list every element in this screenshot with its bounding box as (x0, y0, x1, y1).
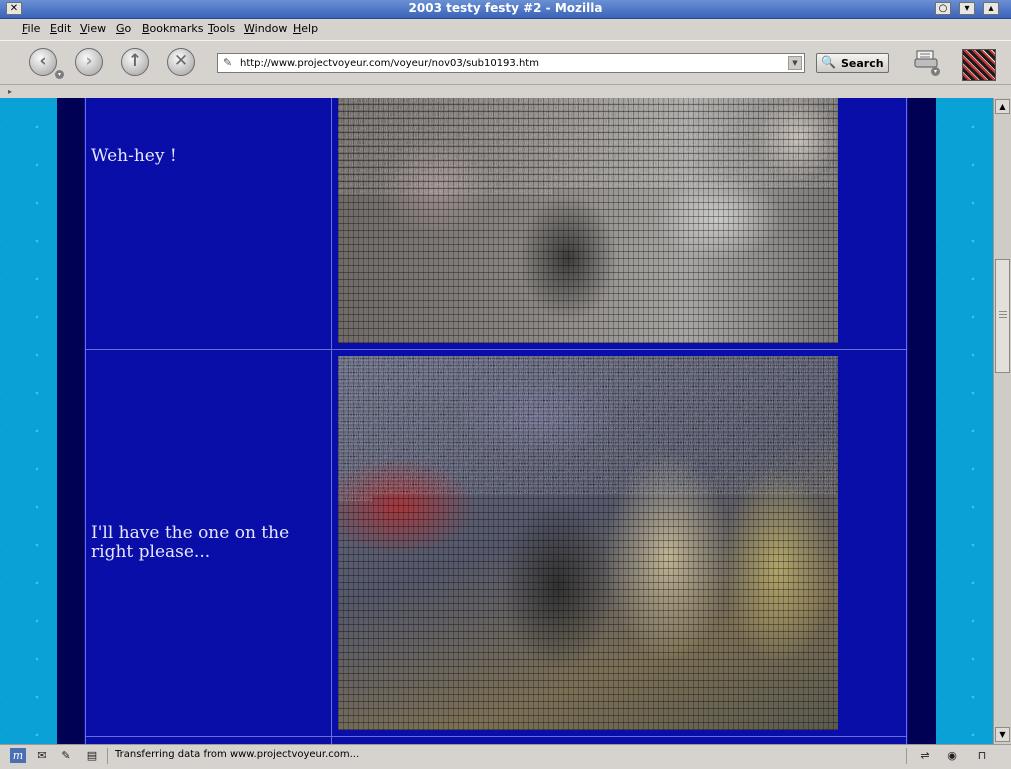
photo-caption: Weh-hey ! (91, 146, 177, 166)
menu-view[interactable]: View (80, 22, 106, 35)
menu-edit[interactable]: Edit (50, 22, 71, 35)
mail-icon[interactable]: ✉ (34, 748, 50, 763)
page-proxy-icon[interactable]: ✎ (223, 56, 232, 69)
table-left-border (85, 98, 86, 744)
minimize-window-icon[interactable]: ○ (935, 2, 951, 15)
stop-icon: ✕ (173, 51, 189, 71)
personal-toolbar: ▸ (0, 84, 1011, 99)
right-background-strip (936, 98, 993, 744)
address-book-icon[interactable]: ▤ (84, 748, 100, 763)
row-divider (85, 736, 907, 737)
scroll-up-arrow-icon[interactable]: ▲ (995, 99, 1010, 114)
security-lock-icon[interactable]: ⊓ (974, 748, 990, 763)
toolbar-grip-icon[interactable]: ▸ (8, 87, 12, 96)
menu-file[interactable]: File (22, 22, 40, 35)
scrollbar-thumb[interactable] (995, 259, 1010, 373)
column-divider (331, 98, 332, 744)
status-divider (107, 748, 108, 764)
title-bar: ✕ 2003 testy festy #2 - Mozilla ○ ▾ ▴ (0, 0, 1011, 19)
scroll-down-arrow-icon[interactable]: ▼ (995, 727, 1010, 742)
url-history-dropdown-icon[interactable]: ▼ (788, 56, 802, 70)
navigator-icon[interactable]: m (10, 748, 26, 763)
reload-icon: ↑ (127, 51, 143, 71)
url-bar[interactable]: ✎ ▼ (217, 53, 805, 73)
navigation-toolbar: ‹ ▾ › ↑ ✕ ✎ ▼ 🔍 Search ▾ (0, 40, 1011, 85)
menu-go[interactable]: Go (116, 22, 131, 35)
composer-icon[interactable]: ✎ (58, 748, 74, 763)
search-button-label: Search (841, 57, 884, 70)
url-input[interactable] (240, 55, 780, 71)
vertical-scrollbar[interactable]: ▲ ▼ (993, 98, 1011, 744)
back-history-dropdown-icon[interactable]: ▾ (55, 70, 64, 79)
menu-tools[interactable]: Tools (208, 22, 235, 35)
photo-texture: 1101001101011101010011100101101001011101… (338, 98, 836, 196)
ascii-mosaic-photo: 1101001101011101010011100101101001011101… (338, 98, 838, 343)
window-title: 2003 testy festy #2 - Mozilla (408, 1, 603, 15)
right-border-strip (908, 98, 936, 744)
arrow-right-icon: › (85, 51, 93, 71)
menu-help[interactable]: Help (293, 22, 318, 35)
search-icon: 🔍 (821, 55, 836, 69)
menu-window[interactable]: Window (244, 22, 287, 35)
menu-bar: File Edit View Go Bookmarks Tools Window… (0, 19, 1011, 39)
status-bar: m ✉ ✎ ▤ Transferring data from www.proje… (0, 744, 1011, 769)
online-connection-icon[interactable]: ⇌ (914, 748, 936, 763)
stop-button[interactable]: ✕ (167, 48, 195, 76)
status-divider (906, 748, 907, 764)
ascii-mosaic-photo: 0110010111001011010010111010110100101110… (338, 356, 838, 730)
page-content: Weh-hey ! 110100110101110101001110010110… (0, 98, 993, 744)
privacy-eye-icon[interactable]: ◉ (944, 748, 960, 763)
row-divider (85, 349, 907, 350)
mozilla-throbber-logo[interactable] (962, 49, 996, 81)
table-right-border (906, 98, 907, 744)
search-button[interactable]: 🔍 Search (816, 53, 889, 73)
status-text: Transferring data from www.projectvoyeur… (115, 749, 360, 760)
print-dropdown-icon[interactable]: ▾ (931, 67, 940, 76)
print-button[interactable]: ▾ (913, 47, 943, 76)
forward-button[interactable]: › (75, 48, 103, 76)
arrow-left-icon: ‹ (39, 51, 47, 71)
left-border-strip (57, 98, 84, 744)
reload-button[interactable]: ↑ (121, 48, 149, 76)
photo-caption: I'll have the one on the right please... (91, 523, 290, 562)
shade-window-icon[interactable]: ▾ (959, 2, 975, 15)
menu-bookmarks[interactable]: Bookmarks (142, 22, 203, 35)
left-background-strip (0, 98, 57, 744)
maximize-window-icon[interactable]: ▴ (983, 2, 999, 15)
back-button[interactable]: ‹ (29, 48, 57, 76)
photo-texture: 0110010111001011010010111010110100101110… (338, 356, 836, 503)
